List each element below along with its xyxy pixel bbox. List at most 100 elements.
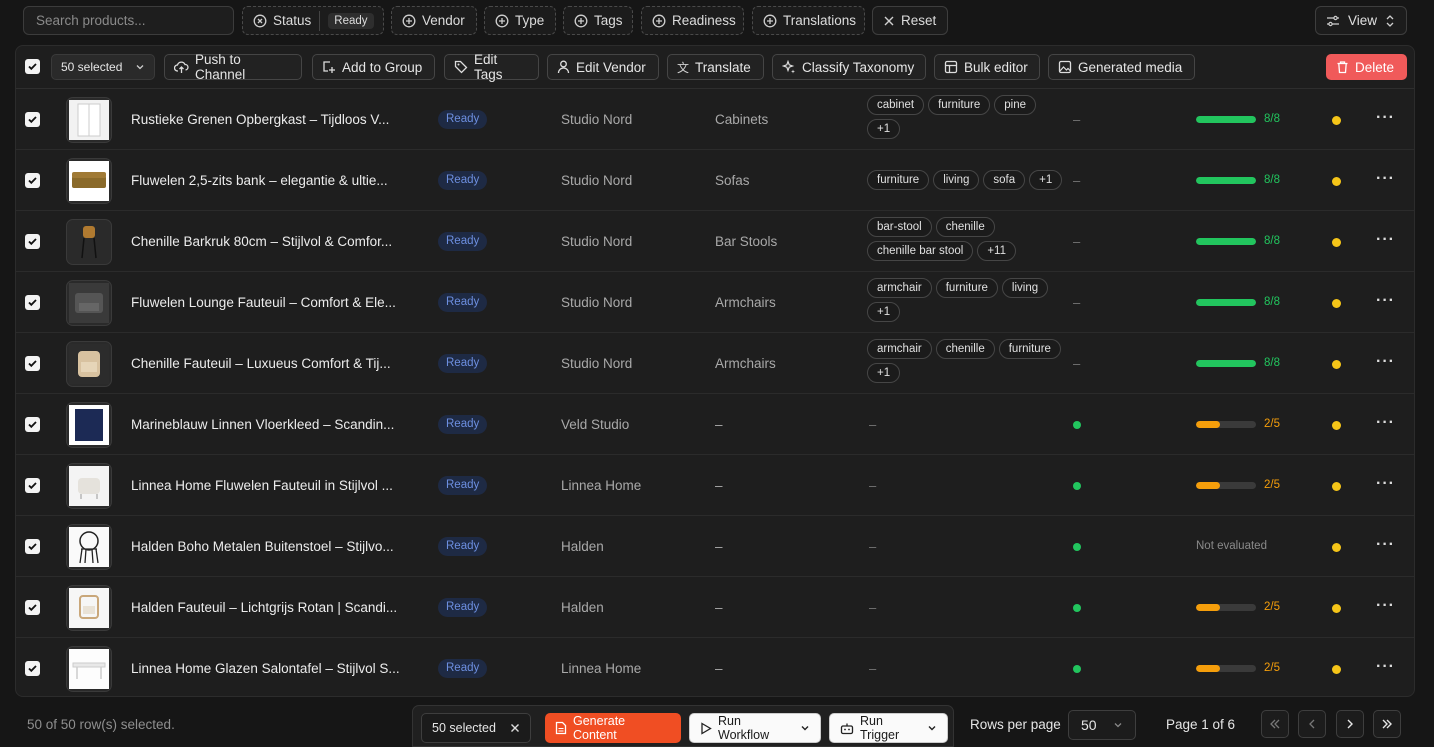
- tag-chip[interactable]: furniture: [928, 95, 991, 115]
- table-row[interactable]: Halden Boho Metalen Buitenstoel – Stijlv…: [16, 516, 1414, 577]
- tag-chip[interactable]: armchair: [867, 339, 932, 359]
- table-row[interactable]: Chenille Barkruk 80cm – Stijlvol & Comfo…: [16, 211, 1414, 272]
- select-all-checkbox[interactable]: [25, 59, 40, 74]
- type-cell: –: [715, 478, 723, 493]
- more-actions-icon[interactable]: ···: [1376, 89, 1395, 147]
- product-title[interactable]: Chenille Fauteuil – Luxueus Comfort & Ti…: [131, 333, 421, 394]
- generated-media-button[interactable]: Generated media: [1048, 54, 1195, 80]
- tag-chip[interactable]: furniture: [867, 170, 930, 190]
- reset-button[interactable]: Reset: [872, 6, 948, 35]
- first-page-button[interactable]: [1261, 710, 1289, 738]
- tag-chip[interactable]: living: [933, 170, 980, 190]
- more-actions-icon[interactable]: ···: [1376, 638, 1395, 696]
- run-workflow-button[interactable]: Run Workflow: [689, 713, 821, 743]
- more-actions-icon[interactable]: ···: [1376, 150, 1395, 208]
- rows-per-page-select[interactable]: 50: [1068, 710, 1136, 740]
- product-title[interactable]: Halden Boho Metalen Buitenstoel – Stijlv…: [131, 516, 421, 577]
- push-to-channel-button[interactable]: Push to Channel: [164, 52, 302, 82]
- more-actions-icon[interactable]: ···: [1376, 211, 1395, 269]
- product-title[interactable]: Fluwelen 2,5-zits bank – elegantie & ult…: [131, 150, 421, 211]
- tag-chip[interactable]: armchair: [867, 278, 932, 298]
- previous-page-button[interactable]: [1298, 710, 1326, 738]
- more-actions-icon[interactable]: ···: [1376, 455, 1395, 513]
- row-checkbox[interactable]: [25, 417, 40, 432]
- table-row[interactable]: Linnea Home Glazen Salontafel – Stijlvol…: [16, 638, 1414, 696]
- clear-selection-icon[interactable]: [510, 723, 520, 733]
- bulk-editor-button[interactable]: Bulk editor: [934, 54, 1040, 80]
- readiness-filter[interactable]: Readiness: [641, 6, 744, 35]
- tag-chip[interactable]: chenille: [935, 339, 995, 359]
- product-title[interactable]: Fluwelen Lounge Fauteuil – Comfort & Ele…: [131, 272, 421, 333]
- divider: [319, 10, 321, 31]
- row-checkbox[interactable]: [25, 478, 40, 493]
- tag-chip[interactable]: chenille: [935, 217, 995, 237]
- tag-chip[interactable]: +11: [977, 241, 1016, 261]
- product-title[interactable]: Chenille Barkruk 80cm – Stijlvol & Comfo…: [131, 211, 421, 272]
- tag-chip[interactable]: living: [1001, 278, 1049, 298]
- translate-button[interactable]: 文 Translate: [667, 54, 764, 80]
- tag-chip[interactable]: bar-stool: [867, 217, 932, 237]
- run-trigger-button[interactable]: Run Trigger: [829, 713, 948, 743]
- more-actions-icon[interactable]: ···: [1376, 516, 1395, 574]
- tag-chip[interactable]: pine: [994, 95, 1037, 115]
- tags-filter[interactable]: Tags: [563, 6, 633, 35]
- more-actions-icon[interactable]: ···: [1376, 272, 1395, 330]
- tag-chip[interactable]: furniture: [998, 339, 1061, 359]
- tag-chip[interactable]: +1: [867, 119, 901, 139]
- search-input[interactable]: [23, 6, 234, 35]
- row-checkbox[interactable]: [25, 356, 40, 371]
- table-row[interactable]: Chenille Fauteuil – Luxueus Comfort & Ti…: [16, 333, 1414, 394]
- readiness-progress: [1196, 177, 1256, 184]
- delete-button[interactable]: Delete: [1326, 54, 1407, 80]
- more-actions-icon[interactable]: ···: [1376, 394, 1395, 452]
- selected-count-dropdown[interactable]: 50 selected: [51, 54, 155, 80]
- table-row[interactable]: Fluwelen Lounge Fauteuil – Comfort & Ele…: [16, 272, 1414, 333]
- add-to-group-button[interactable]: Add to Group: [312, 54, 435, 80]
- last-page-button[interactable]: [1373, 710, 1401, 738]
- status-filter[interactable]: Status Ready: [242, 6, 384, 35]
- tag-chip[interactable]: cabinet: [867, 95, 925, 115]
- tag-chip[interactable]: sofa: [983, 170, 1026, 190]
- translation-status-dot: [1073, 421, 1081, 429]
- table-row[interactable]: Marineblauw Linnen Vloerkleed – Scandin.…: [16, 394, 1414, 455]
- status-dot: [1332, 604, 1341, 613]
- table-row[interactable]: Rustieke Grenen Opbergkast – Tijdloos V.…: [16, 89, 1414, 150]
- tag-chip[interactable]: +1: [867, 363, 901, 383]
- table-row[interactable]: Fluwelen 2,5-zits bank – elegantie & ult…: [16, 150, 1414, 211]
- type-filter[interactable]: Type: [484, 6, 556, 35]
- more-actions-icon[interactable]: ···: [1376, 577, 1395, 635]
- product-title[interactable]: Linnea Home Glazen Salontafel – Stijlvol…: [131, 638, 421, 696]
- classify-taxonomy-button[interactable]: Classify Taxonomy: [772, 54, 926, 80]
- table-row[interactable]: Linnea Home Fluwelen Fauteuil in Stijlvo…: [16, 455, 1414, 516]
- product-title[interactable]: Rustieke Grenen Opbergkast – Tijdloos V.…: [131, 89, 421, 150]
- readiness-progress: [1196, 665, 1256, 672]
- edit-vendor-button[interactable]: Edit Vendor: [547, 54, 659, 80]
- table-row[interactable]: Halden Fauteuil – Lichtgrijs Rotan | Sca…: [16, 577, 1414, 638]
- readiness-progress: [1196, 421, 1256, 428]
- row-checkbox[interactable]: [25, 234, 40, 249]
- edit-vendor-label: Edit Vendor: [576, 59, 646, 75]
- readiness-score: 2/5: [1264, 418, 1280, 430]
- vendor-filter[interactable]: Vendor: [391, 6, 477, 35]
- row-checkbox[interactable]: [25, 295, 40, 310]
- edit-tags-button[interactable]: Edit Tags: [444, 52, 539, 82]
- tag-chip[interactable]: furniture: [935, 278, 998, 298]
- tag-chip[interactable]: +1: [1029, 170, 1063, 190]
- row-checkbox[interactable]: [25, 600, 40, 615]
- row-checkbox[interactable]: [25, 173, 40, 188]
- vendor-cell: Studio Nord: [561, 112, 633, 127]
- row-checkbox[interactable]: [25, 112, 40, 127]
- row-checkbox[interactable]: [25, 661, 40, 676]
- tag-chip[interactable]: +1: [867, 302, 901, 322]
- more-actions-icon[interactable]: ···: [1376, 333, 1395, 391]
- next-page-button[interactable]: [1336, 710, 1364, 738]
- product-title[interactable]: Linnea Home Fluwelen Fauteuil in Stijlvo…: [131, 455, 421, 516]
- generate-content-button[interactable]: Generate Content: [545, 713, 681, 743]
- product-title[interactable]: Halden Fauteuil – Lichtgrijs Rotan | Sca…: [131, 577, 421, 638]
- tag-chip[interactable]: chenille bar stool: [867, 241, 974, 261]
- row-checkbox[interactable]: [25, 539, 40, 554]
- translations-filter[interactable]: Translations: [752, 6, 865, 35]
- product-title[interactable]: Marineblauw Linnen Vloerkleed – Scandin.…: [131, 394, 421, 455]
- check-icon: [28, 116, 37, 124]
- view-button[interactable]: View: [1315, 6, 1407, 35]
